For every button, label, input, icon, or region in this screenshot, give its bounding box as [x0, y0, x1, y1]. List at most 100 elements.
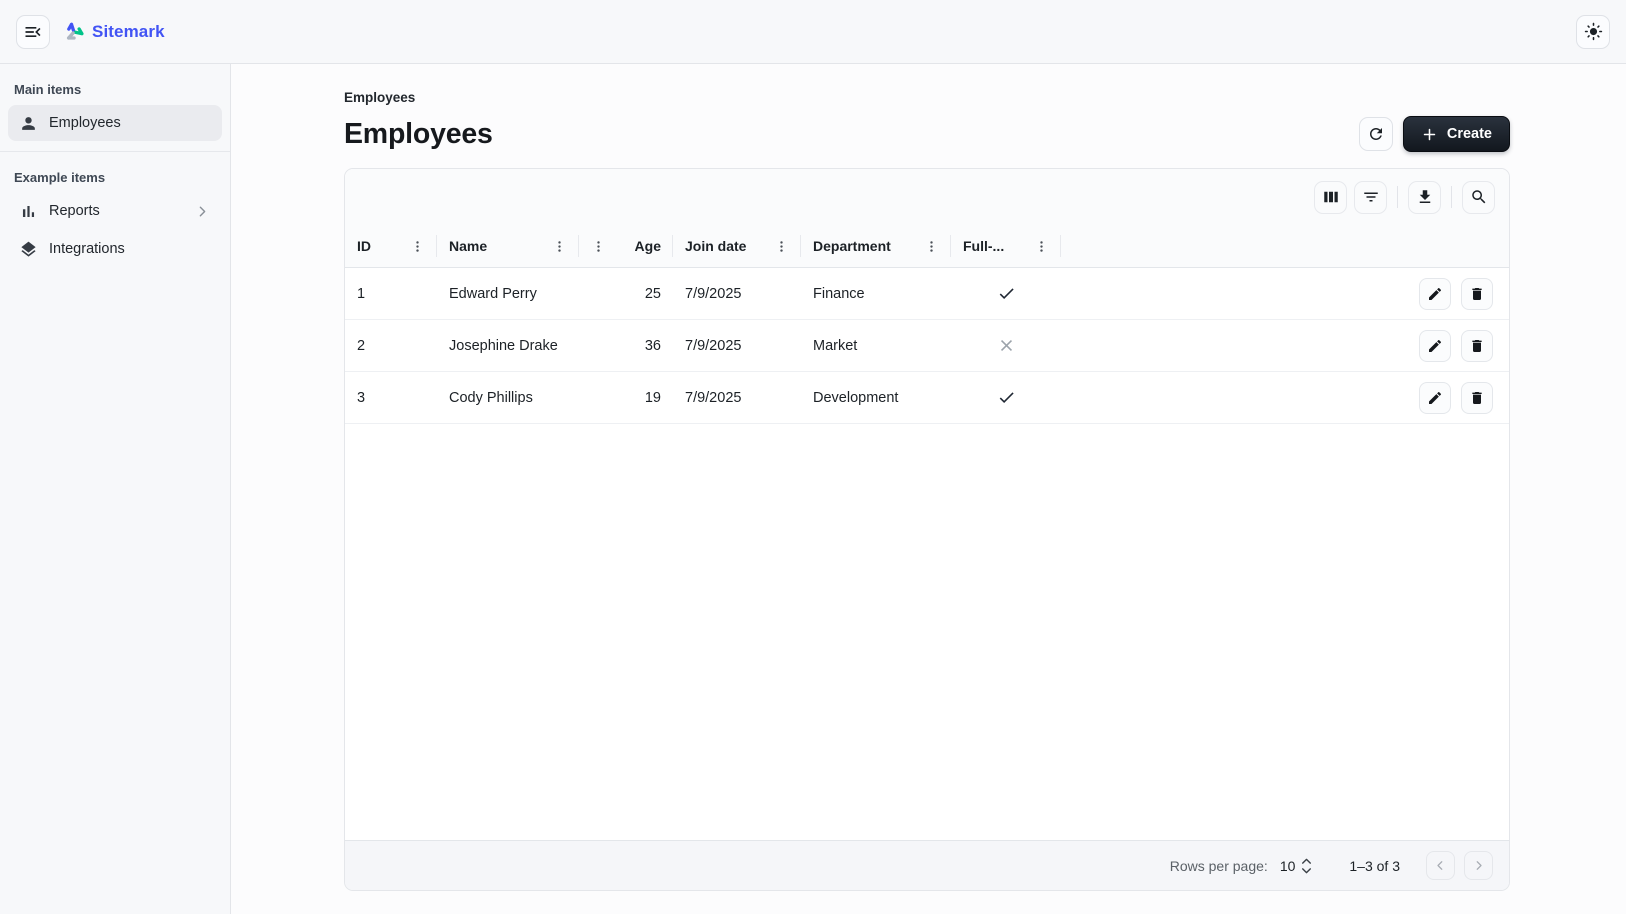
column-header-age[interactable]: Age [579, 225, 673, 267]
theme-toggle-button[interactable] [1576, 15, 1610, 49]
column-menu-icon[interactable] [552, 239, 567, 254]
menu-open-icon [23, 22, 43, 42]
edit-icon [1427, 286, 1443, 302]
sidebar-divider [0, 151, 230, 152]
search-icon [1470, 188, 1488, 206]
plus-icon [1421, 126, 1438, 143]
cell-age: 19 [579, 390, 673, 406]
grid-header-row: ID Name Age Join date Department Full-..… [345, 225, 1509, 268]
column-menu-icon[interactable] [591, 239, 606, 254]
column-menu-icon[interactable] [410, 239, 425, 254]
check-icon [997, 284, 1016, 303]
sidebar-section-caption: Example items [0, 162, 230, 191]
cell-full-time [951, 284, 1061, 303]
page-title: Employees [344, 118, 493, 151]
table-row[interactable]: 3 Cody Phillips 19 7/9/2025 Development [345, 372, 1509, 424]
layers-icon [19, 240, 38, 259]
search-button[interactable] [1462, 181, 1495, 214]
delete-icon [1469, 338, 1485, 354]
cell-join-date: 7/9/2025 [673, 286, 801, 302]
create-button-label: Create [1447, 126, 1492, 142]
sidebar: Main items Employees Example items Repor… [0, 64, 231, 914]
refresh-icon [1367, 125, 1385, 143]
cell-department: Finance [801, 286, 951, 302]
brand-name: Sitemark [92, 22, 165, 42]
cell-actions [1061, 382, 1509, 414]
edit-button[interactable] [1419, 382, 1451, 414]
breadcrumb: Employees [344, 90, 1510, 105]
cell-join-date: 7/9/2025 [673, 338, 801, 354]
delete-button[interactable] [1461, 278, 1493, 310]
edit-button[interactable] [1419, 330, 1451, 362]
check-icon [997, 388, 1016, 407]
sidebar-item-employees[interactable]: Employees [8, 105, 222, 141]
cell-name: Josephine Drake [437, 338, 579, 354]
cell-id: 3 [345, 390, 437, 406]
bar-chart-icon [19, 202, 38, 221]
rows-per-page-select[interactable]: 10 [1280, 857, 1314, 875]
column-header-id[interactable]: ID [345, 225, 437, 267]
cell-full-time [951, 336, 1061, 355]
table-row[interactable]: 2 Josephine Drake 36 7/9/2025 Market [345, 320, 1509, 372]
cell-name: Edward Perry [437, 286, 579, 302]
select-spinner-icon [1300, 857, 1313, 875]
cell-actions [1061, 278, 1509, 310]
cell-department: Development [801, 390, 951, 406]
brand-logo[interactable]: Sitemark [63, 21, 165, 43]
export-button[interactable] [1408, 181, 1441, 214]
delete-icon [1469, 286, 1485, 302]
filter-button[interactable] [1354, 181, 1387, 214]
download-icon [1416, 188, 1434, 206]
previous-page-button[interactable] [1426, 851, 1455, 880]
manage-columns-button[interactable] [1314, 181, 1347, 214]
toolbar-divider [1451, 186, 1452, 208]
chevron-left-icon [1433, 858, 1448, 873]
sidebar-item-integrations[interactable]: Integrations [8, 231, 222, 267]
next-page-button[interactable] [1464, 851, 1493, 880]
columns-icon [1322, 188, 1340, 206]
cell-full-time [951, 388, 1061, 407]
cell-age: 25 [579, 286, 673, 302]
sidebar-item-label: Integrations [49, 241, 125, 257]
create-button[interactable]: Create [1403, 116, 1510, 152]
cell-department: Market [801, 338, 951, 354]
column-header-full-time[interactable]: Full-... [951, 225, 1061, 267]
delete-button[interactable] [1461, 330, 1493, 362]
cell-age: 36 [579, 338, 673, 354]
column-header-actions [1061, 225, 1509, 267]
chevron-right-icon [1471, 858, 1486, 873]
rows-per-page-label: Rows per page: [1170, 858, 1268, 874]
column-header-name[interactable]: Name [437, 225, 579, 267]
pagination-range: 1–3 of 3 [1349, 858, 1400, 874]
edit-button[interactable] [1419, 278, 1451, 310]
grid-footer: Rows per page: 10 1–3 of 3 [345, 840, 1509, 890]
sidebar-item-label: Reports [49, 203, 100, 219]
sidebar-item-label: Employees [49, 115, 121, 131]
collapse-menu-button[interactable] [16, 15, 50, 49]
person-icon [19, 114, 38, 133]
toolbar-divider [1397, 186, 1398, 208]
sitemark-mark-icon [63, 21, 85, 43]
edit-icon [1427, 390, 1443, 406]
table-row[interactable]: 1 Edward Perry 25 7/9/2025 Finance [345, 268, 1509, 320]
close-icon [997, 336, 1016, 355]
sidebar-section-caption: Main items [0, 74, 230, 103]
app-bar: Sitemark [0, 0, 1626, 64]
edit-icon [1427, 338, 1443, 354]
sidebar-item-reports[interactable]: Reports [8, 193, 222, 229]
grid-empty-area [345, 424, 1509, 840]
column-header-department[interactable]: Department [801, 225, 951, 267]
delete-button[interactable] [1461, 382, 1493, 414]
cell-actions [1061, 330, 1509, 362]
chevron-right-icon [194, 203, 211, 220]
cell-name: Cody Phillips [437, 390, 579, 406]
cell-id: 1 [345, 286, 437, 302]
cell-id: 2 [345, 338, 437, 354]
column-menu-icon[interactable] [1034, 239, 1049, 254]
rows-per-page-value: 10 [1280, 858, 1296, 874]
column-menu-icon[interactable] [924, 239, 939, 254]
reload-button[interactable] [1359, 117, 1393, 151]
data-grid: ID Name Age Join date Department Full-..… [344, 168, 1510, 891]
column-menu-icon[interactable] [774, 239, 789, 254]
column-header-join-date[interactable]: Join date [673, 225, 801, 267]
